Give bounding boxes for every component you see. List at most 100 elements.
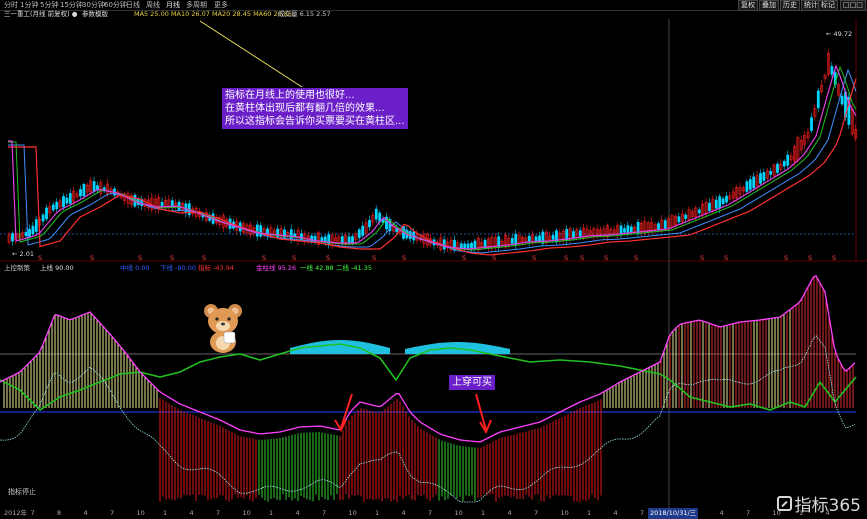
time-label: 1 [587,509,592,517]
indicator-value: 中线 0.00 [120,263,150,272]
time-label: 10 [348,509,357,517]
histogram-bars [3,275,854,502]
time-label: 1 [163,509,168,517]
candle [629,226,633,233]
signal-marker: S [462,254,466,262]
time-label: 1 [799,509,804,517]
candle [51,204,55,211]
signal-marker: S [38,254,42,262]
info-row: 三一重工(月线 前复权) ● 参数模版 MA5 25.00 MA10 26.07… [0,10,867,19]
indicator-value: 一线 42.88 [300,263,334,272]
annotation-main: 指标在月线上的使用也很好... 在黄柱体出现后都有翻几倍的效果... 所以这指标… [222,88,408,129]
candle [463,243,467,249]
volume-values: 成交量 6.15 2.57 [278,10,331,18]
time-label: 7 [110,509,115,517]
toolbar-item-2[interactable]: 5分钟 [40,0,58,10]
annotation-line-1: 指标在月线上的使用也很好... [225,90,355,101]
time-label: 10 [772,509,781,517]
time-label: 1 [375,509,380,517]
time-label: 4 [507,509,512,517]
candle [527,235,531,243]
candle [721,198,725,205]
candle [684,214,688,219]
annotation-line-3: 所以这指标会告诉你买票要买在黄柱区... [225,116,405,127]
toolbar-item-4[interactable]: 30分钟 [82,0,105,10]
candle [762,172,766,181]
indicator-chart[interactable]: 上控制策 上线 90.00 中线 0.00 下线 -90.00 指标 -43.94 金柱线… [0,262,867,508]
time-axis: 2012年78471014710147101471014710147101471… [0,508,867,519]
signal-marker: S [564,254,568,262]
indicator-panel[interactable]: 上控制策 上线 90.00 中线 0.00 下线 -90.00 指标 -43.94 金柱线… [0,262,867,508]
candle [782,161,786,167]
candle [327,234,331,246]
signal-marker: S [724,254,728,262]
toolbar-item-5[interactable]: 60分钟 [104,0,127,10]
candle [786,154,790,166]
candle [769,171,773,175]
time-label: 7 [640,509,645,517]
annotation-cross: 上穿可买 [449,375,495,390]
toolbar-item-7[interactable]: 周线 [146,0,160,10]
signal-marker: S [292,254,296,262]
signal-marker: S [700,254,704,262]
candle [572,231,575,238]
main-chart-panel[interactable]: ← 49.72 ← 2.01 S S S S S S S S S S S S S S S S S S S S S S [0,19,867,262]
bear-mascot-icon [202,302,244,354]
candle [65,197,69,204]
signal-marker: S [202,254,206,262]
candle [160,201,164,207]
candle [11,233,14,242]
ma20-line [8,65,857,251]
toolbar-item-8[interactable]: 月线 [166,0,180,10]
time-label: 7 [30,509,35,517]
signal-marker: S [138,254,142,262]
candle [374,208,378,220]
candle [840,95,844,105]
red-arrow-icon [475,393,492,435]
signal-marker: S [492,254,496,262]
time-label: 8 [57,509,62,517]
time-label: 7 [746,509,751,517]
candle [752,176,756,189]
candle [442,239,446,250]
candle [830,66,834,75]
indicator-value: 下线 -90.00 [160,263,196,272]
toolbar-item-0[interactable]: 分时 [4,0,18,10]
candle [538,235,541,242]
toolbar-item-6[interactable]: 日线 [126,0,140,10]
ma-values: MA5 25.00 MA10 26.07 MA20 28.45 MA60 20.… [134,10,293,18]
candle [626,225,630,234]
template-note[interactable]: 参数模版 [82,10,108,19]
candle [551,235,555,240]
candlestick-chart[interactable]: ← 49.72 ← 2.01 S S S S S S S S S S S S S S S S S S S S S S [0,19,867,262]
candle [534,236,538,242]
candle [68,193,72,204]
signal-marker: S [262,254,266,262]
high-price-label: ← 49.72 [826,30,852,38]
candle [79,189,82,197]
panel-label: 指标停止 [8,488,36,496]
toolbar-item-9[interactable]: 多周期 [186,0,207,10]
candle [55,201,59,210]
toolbar-item-1[interactable]: 1分钟 [20,0,38,10]
stock-name: 三一重工(月线 前复权) ● [4,10,78,18]
time-label: 10 [242,509,251,517]
signal-marker: S [90,254,94,262]
signal-marker: S [784,254,788,262]
signal-marker: S [604,254,608,262]
candle [657,223,660,231]
candle [663,220,667,229]
toolbar-item-10[interactable]: 更多 [214,0,228,10]
candles [7,49,858,254]
time-label: 4 [295,509,300,517]
time-label: 7 [428,509,433,517]
indicator-name: 上控制策 [4,263,31,272]
signal-marker: S [808,254,812,262]
toolbar-item-3[interactable]: 15分钟 [60,0,83,10]
candle [759,173,762,184]
candle [776,163,779,173]
signal-marker: S [532,254,536,262]
time-label: 1 [269,509,274,517]
signal-marker: S [634,254,638,262]
candle [708,202,711,211]
